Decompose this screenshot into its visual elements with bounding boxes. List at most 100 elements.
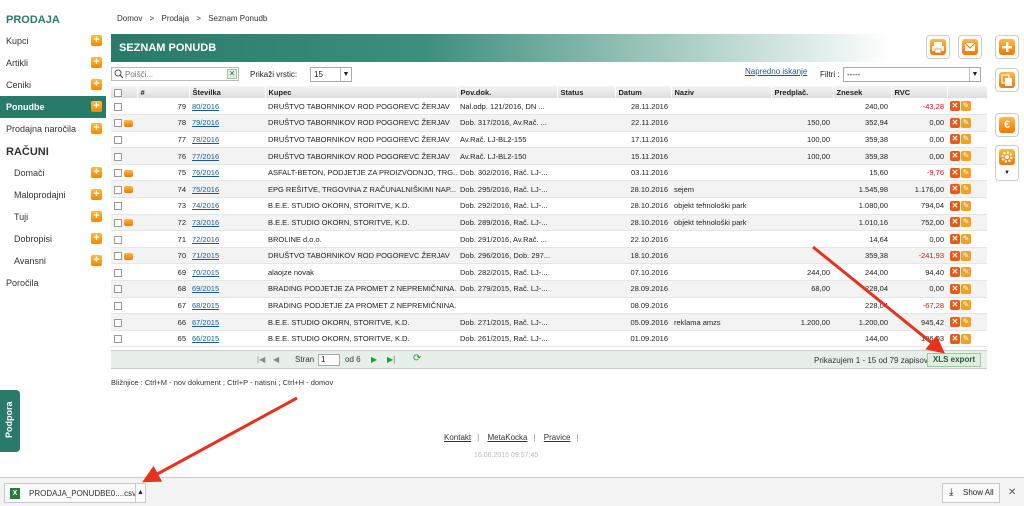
sidebar-item-avansni[interactable]: Avansni + — [0, 250, 106, 272]
row-checkbox[interactable] — [114, 252, 122, 261]
edit-icon[interactable]: ✎ — [961, 200, 971, 211]
offer-number-link[interactable]: 79/2016 — [189, 114, 265, 132]
offer-number-link[interactable]: 80/2016 — [189, 98, 265, 116]
sidebar-item-maloprodajni[interactable]: Maloprodajni + — [0, 184, 106, 206]
offer-number-link[interactable]: 66/2015 — [189, 330, 265, 348]
table-row[interactable]: 67 68/2015 BRADING PODJETJE ZA PROMET Z NE… — [111, 297, 987, 315]
offer-number-link[interactable]: 69/2015 — [189, 280, 265, 298]
delete-icon[interactable]: ✕ — [950, 101, 960, 112]
refresh-icon[interactable]: ⟳ — [413, 353, 421, 364]
row-select-cell[interactable] — [111, 214, 137, 232]
table-row[interactable]: 74 75/2016 EPG REŠITVE, TRGOVINA Z RAČUNAL… — [111, 180, 987, 199]
page-number-input[interactable]: 1 — [318, 354, 340, 366]
sidebar-item-tuji[interactable]: Tuji + — [0, 206, 106, 228]
clear-search-icon[interactable]: ✕ — [227, 69, 237, 79]
add-new-button[interactable] — [995, 35, 1019, 59]
row-checkbox[interactable] — [114, 185, 122, 194]
select-all-header[interactable] — [111, 86, 138, 98]
settings-button[interactable]: ▼ — [995, 145, 1019, 181]
sidebar-item-kupci[interactable]: Kupci + — [0, 30, 106, 52]
sidebar-item-ponudbe[interactable]: Ponudbe + — [0, 96, 106, 118]
add-icon[interactable]: + — [91, 35, 102, 46]
edit-icon[interactable]: ✎ — [961, 101, 971, 112]
footer-link-metakocka[interactable]: MetaKocka — [487, 433, 527, 442]
search-input[interactable] — [125, 68, 223, 80]
column-header[interactable]: Naziv — [671, 86, 772, 98]
table-row[interactable]: 71 72/2016 BROLINE d.o.o. Dob. 291/2016, Av… — [111, 230, 987, 248]
row-select-cell[interactable] — [111, 313, 137, 331]
row-checkbox[interactable] — [114, 335, 122, 344]
column-header[interactable]: Pov.dok. — [457, 86, 558, 98]
edit-icon[interactable]: ✎ — [961, 300, 971, 311]
column-header[interactable]: Številka — [189, 86, 266, 98]
row-checkbox[interactable] — [114, 218, 122, 227]
prev-page-icon[interactable]: ◀ — [273, 355, 279, 364]
delete-icon[interactable]: ✕ — [950, 200, 960, 211]
offer-number-link[interactable]: 77/2016 — [189, 147, 265, 165]
rows-per-page-select[interactable]: 15 ▼ — [310, 67, 352, 82]
advanced-search-link[interactable]: Napredno iskanje — [745, 67, 807, 76]
delete-icon[interactable]: ✕ — [950, 117, 960, 128]
edit-icon[interactable]: ✎ — [961, 184, 971, 195]
edit-icon[interactable]: ✎ — [961, 250, 971, 261]
last-page-icon[interactable]: ▶| — [387, 355, 395, 364]
select-all-checkbox[interactable] — [114, 88, 122, 97]
row-checkbox[interactable] — [114, 119, 122, 128]
sidebar-item-prodajna-naro-ila[interactable]: Prodajna naročila + — [0, 118, 106, 140]
row-select-cell[interactable] — [111, 280, 137, 298]
edit-icon[interactable]: ✎ — [961, 333, 971, 344]
close-icon[interactable]: ✕ — [1008, 487, 1016, 498]
add-icon[interactable]: + — [91, 123, 102, 134]
filter-select[interactable]: ----- ▼ — [843, 67, 981, 82]
row-select-cell[interactable] — [111, 180, 137, 199]
row-checkbox[interactable] — [114, 268, 122, 277]
column-header[interactable]: # — [137, 86, 190, 98]
support-tab[interactable]: Podpora — [0, 390, 20, 452]
first-page-icon[interactable]: |◀ — [257, 355, 265, 364]
column-header[interactable]: RVC — [891, 86, 948, 98]
delete-icon[interactable]: ✕ — [950, 234, 960, 245]
currency-button[interactable]: € — [995, 113, 1019, 137]
edit-icon[interactable]: ✎ — [961, 151, 971, 162]
delete-icon[interactable]: ✕ — [950, 283, 960, 294]
table-row[interactable]: 66 67/2015 B.E.E. STUDIO OKORN, STORITVE, … — [111, 313, 987, 331]
delete-icon[interactable]: ✕ — [950, 151, 960, 162]
delete-icon[interactable]: ✕ — [950, 134, 960, 145]
delete-icon[interactable]: ✕ — [950, 267, 960, 278]
offer-number-link[interactable]: 78/2016 — [189, 131, 265, 149]
edit-icon[interactable]: ✎ — [961, 283, 971, 294]
delete-icon[interactable]: ✕ — [950, 217, 960, 228]
sidebar-item-artikli[interactable]: Artikli + — [0, 52, 106, 74]
add-icon[interactable]: + — [91, 79, 102, 90]
xls-export-button[interactable]: XLS export — [927, 353, 981, 367]
sidebar-item-doma-i[interactable]: Domači + — [0, 162, 106, 184]
table-row[interactable]: 68 69/2015 BRADING PODJETJE ZA PROMET Z NE… — [111, 280, 987, 298]
table-row[interactable]: 70 71/2015 DRUŠTVO TABORNIKOV ROD POGOREVC… — [111, 247, 987, 265]
row-checkbox[interactable] — [114, 135, 122, 144]
offer-number-link[interactable]: 70/2015 — [189, 263, 265, 282]
row-select-cell[interactable] — [111, 98, 137, 116]
row-checkbox[interactable] — [114, 301, 122, 310]
copy-button[interactable] — [995, 68, 1019, 92]
row-select-cell[interactable] — [111, 131, 137, 149]
row-select-cell[interactable] — [111, 247, 137, 265]
row-select-cell[interactable] — [111, 330, 137, 348]
row-select-cell[interactable] — [111, 164, 137, 182]
offer-number-link[interactable]: 75/2016 — [189, 180, 265, 199]
footer-link-pravice[interactable]: Pravice — [544, 433, 571, 442]
edit-icon[interactable]: ✎ — [961, 134, 971, 145]
row-checkbox[interactable] — [114, 285, 122, 294]
offer-number-link[interactable]: 76/2016 — [189, 164, 265, 182]
table-row[interactable]: 77 78/2016 DRUŠTVO TABORNIKOV ROD POGOREVC… — [111, 131, 987, 149]
edit-icon[interactable]: ✎ — [961, 167, 971, 178]
edit-icon[interactable]: ✎ — [961, 234, 971, 245]
offer-number-link[interactable]: 68/2015 — [189, 297, 265, 315]
row-select-cell[interactable] — [111, 197, 137, 215]
row-select-cell[interactable] — [111, 114, 137, 132]
add-icon[interactable]: + — [91, 57, 102, 68]
add-icon[interactable]: + — [91, 167, 102, 178]
edit-icon[interactable]: ✎ — [961, 217, 971, 228]
row-checkbox[interactable] — [114, 318, 122, 327]
sidebar-item-dobropisi[interactable]: Dobropisi + — [0, 228, 106, 250]
delete-icon[interactable]: ✕ — [950, 300, 960, 311]
